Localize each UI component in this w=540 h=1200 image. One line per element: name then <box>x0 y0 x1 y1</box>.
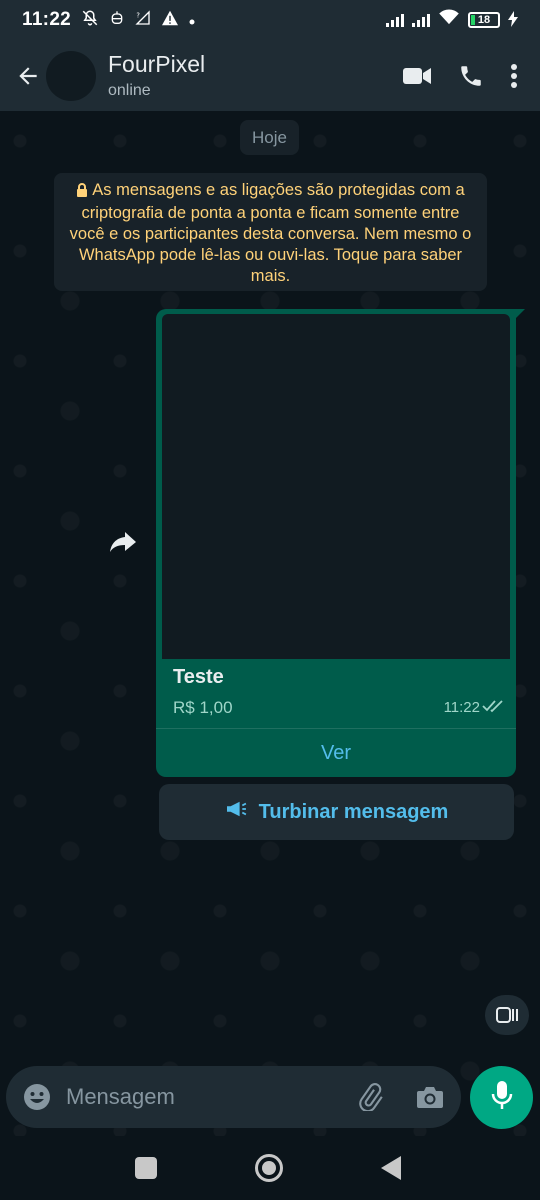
date-chip: Hoje <box>240 120 299 155</box>
warning-icon <box>161 10 179 30</box>
double-check-icon <box>482 699 504 718</box>
no-data-icon: ? <box>135 10 151 30</box>
product-price: R$ 1,00 <box>173 698 233 717</box>
product-image[interactable] <box>162 314 510 659</box>
chat-header: FourPixel online <box>0 40 540 111</box>
megaphone-icon <box>225 800 247 824</box>
mic-icon <box>491 1080 513 1115</box>
attach-icon[interactable] <box>355 1083 385 1111</box>
forward-icon[interactable] <box>104 523 142 561</box>
signal-icon <box>386 13 404 27</box>
boost-message-button[interactable]: Turbinar mensagem <box>159 784 514 840</box>
phone-icon[interactable] <box>458 63 484 89</box>
avatar[interactable] <box>46 50 96 101</box>
battery-icon: 18 <box>468 12 500 28</box>
status-bar: 11:22 ? 18 <box>0 0 540 40</box>
product-name: Teste <box>173 666 224 688</box>
battery-level: 18 <box>477 14 491 26</box>
dot-icon <box>189 12 195 29</box>
wifi-icon <box>438 9 460 31</box>
nav-back-icon[interactable] <box>381 1156 401 1180</box>
contact-info[interactable]: FourPixel online <box>108 51 205 100</box>
message-composer <box>6 1066 461 1128</box>
view-button[interactable]: Ver <box>156 729 516 777</box>
mute-icon <box>81 9 99 31</box>
lock-icon <box>76 182 88 203</box>
message-input[interactable] <box>66 1084 355 1110</box>
recents-icon[interactable] <box>135 1157 157 1179</box>
svg-text:?: ? <box>136 11 140 19</box>
charging-icon <box>508 10 518 30</box>
contact-status: online <box>108 82 151 99</box>
home-icon[interactable] <box>255 1154 283 1182</box>
video-call-icon[interactable] <box>402 65 432 87</box>
back-arrow-icon[interactable] <box>8 51 48 101</box>
status-time: 11:22 <box>22 9 72 30</box>
battery-level-fill <box>471 15 475 25</box>
product-message-bubble[interactable]: Teste R$ 1,00 11:22 Ver <box>156 309 525 777</box>
mic-button[interactable] <box>470 1066 533 1129</box>
message-time: 11:22 <box>443 699 480 716</box>
more-vert-icon[interactable] <box>510 63 518 89</box>
encryption-notice[interactable]: As mensagens e as ligações são protegida… <box>54 173 487 291</box>
boost-message-label: Turbinar mensagem <box>258 800 449 823</box>
expand-icon[interactable] <box>485 995 529 1035</box>
encryption-notice-text: As mensagens e as ligações são protegida… <box>69 181 472 285</box>
signal-icon <box>412 13 430 27</box>
camera-icon[interactable] <box>415 1085 445 1109</box>
emoji-icon[interactable] <box>22 1083 52 1111</box>
alarm-icon <box>109 10 125 30</box>
chat-area[interactable]: Hoje As mensagens e as ligações são prot… <box>0 111 540 1136</box>
system-nav-bar <box>0 1136 540 1200</box>
status-right: 18 <box>386 9 518 31</box>
bubble-tail <box>515 309 525 319</box>
header-actions <box>402 63 540 89</box>
contact-name: FourPixel <box>108 51 206 77</box>
status-left: 11:22 ? <box>22 9 195 31</box>
